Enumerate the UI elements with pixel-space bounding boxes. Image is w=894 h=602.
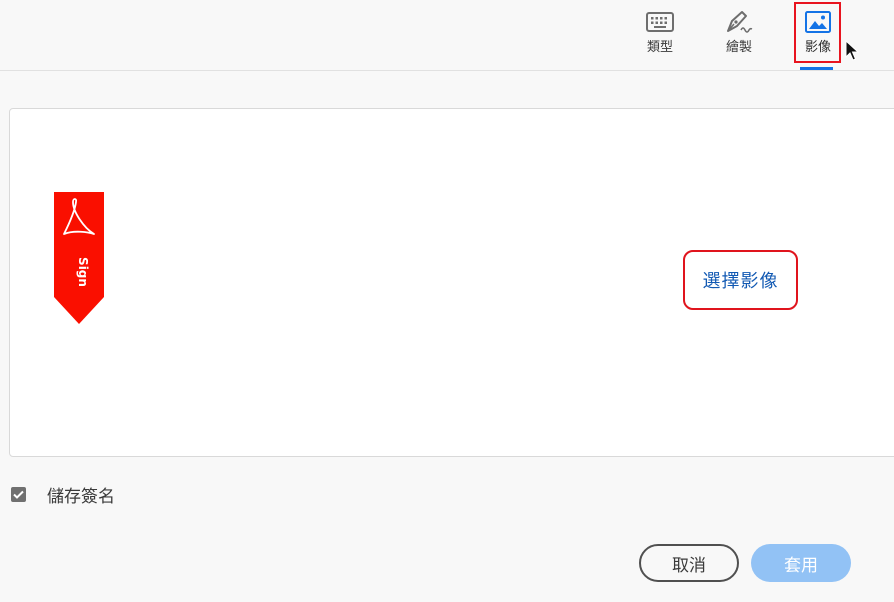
tab-draw[interactable]: 繪製 (711, 6, 767, 62)
select-image-label: 選擇影像 (702, 271, 779, 292)
cancel-button[interactable]: 取消 (639, 544, 739, 582)
selected-tab-indicator (800, 67, 833, 70)
tab-highlight-box (794, 2, 841, 63)
tab-type-label: 類型 (646, 40, 673, 55)
save-signature-checkbox[interactable] (11, 487, 26, 502)
save-signature-label[interactable]: 儲存簽名 (47, 482, 115, 507)
ribbon-text: Sign (76, 257, 90, 287)
tab-draw-label: 繪製 (725, 40, 752, 55)
select-image-button[interactable]: 選擇影像 (683, 250, 798, 310)
signature-mode-tabs: 類型 繪製 影像 (0, 0, 894, 71)
pen-nib-icon (724, 8, 754, 36)
save-signature-row: 儲存簽名 (11, 482, 115, 507)
keyboard-icon (645, 8, 675, 36)
mouse-cursor-icon (845, 39, 860, 66)
signature-dialog: 類型 繪製 影像 Sign 選擇影像 儲存簽名 取消 套用 (0, 0, 894, 602)
tab-type[interactable]: 類型 (632, 6, 688, 62)
adobe-sign-ribbon-logo: Sign (54, 192, 104, 324)
apply-button[interactable]: 套用 (751, 544, 851, 582)
